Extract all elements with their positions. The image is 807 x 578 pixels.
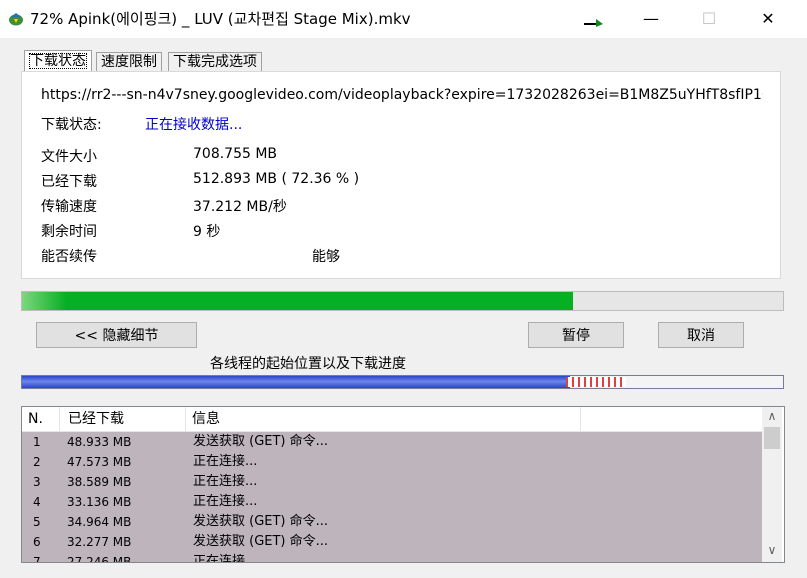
scroll-down-arrow-icon[interactable]: ∨ [762, 541, 782, 559]
connections-list[interactable]: N. 已经下载 信息 1 48.933 MB 发送获取 (GET) 命令... … [21, 406, 785, 563]
column-header-downloaded[interactable]: 已经下载 [60, 407, 186, 431]
status-value: 正在接收数据... [145, 117, 243, 133]
downloaded-value: 512.893 MB ( 72.36 % ) [193, 171, 360, 187]
thread-progress-bar [21, 375, 784, 389]
row-downloaded: 48.933 MB [67, 435, 132, 449]
table-row[interactable]: 4 33.136 MB 正在连接... [22, 492, 762, 512]
table-row[interactable]: 5 34.964 MB 发送获取 (GET) 命令... [22, 512, 762, 532]
scroll-thumb[interactable] [764, 427, 780, 449]
column-header-info[interactable]: 信息 [186, 407, 581, 431]
row-downloaded: 38.589 MB [67, 475, 132, 489]
minimize-button[interactable]: — [628, 0, 674, 38]
row-downloaded: 34.964 MB [67, 515, 132, 529]
speed-label: 传输速度 [41, 199, 97, 215]
connections-list-header: N. 已经下载 信息 [22, 407, 762, 432]
row-info: 正在连接... [193, 474, 258, 489]
remaining-time-value: 9 秒 [193, 224, 221, 240]
tab-speed-limit[interactable]: 速度限制 [96, 52, 162, 71]
row-info: 发送获取 (GET) 命令... [193, 534, 329, 549]
row-downloaded: 33.136 MB [67, 495, 132, 509]
column-header-number[interactable]: N. [22, 407, 60, 431]
row-number: 3 [33, 475, 41, 489]
row-info: 发送获取 (GET) 命令... [193, 514, 329, 529]
dialog-body: 下载状态 速度限制 下载完成选项 https://rr2---sn-n4v7sn… [0, 38, 807, 578]
row-info: 正在连接... [193, 454, 258, 469]
file-size-label: 文件大小 [41, 149, 97, 165]
status-label: 下载状态: [41, 117, 102, 133]
hide-details-button[interactable]: << 隐藏细节 [36, 322, 197, 348]
tab-download-status[interactable]: 下载状态 [24, 50, 92, 72]
window-title: 72% Apink(에이핑크) _ LUV (교차편집 Stage Mix).m… [30, 10, 411, 28]
scroll-up-arrow-icon[interactable]: ∧ [762, 407, 782, 425]
row-downloaded: 32.277 MB [67, 535, 132, 549]
table-row[interactable]: 2 47.573 MB 正在连接... [22, 452, 762, 472]
idm-app-icon [9, 13, 23, 26]
download-progress-bar [21, 291, 784, 311]
table-row[interactable]: 1 48.933 MB 发送获取 (GET) 命令... [22, 432, 762, 452]
download-details-panel: https://rr2---sn-n4v7sney.googlevideo.co… [21, 71, 781, 279]
downloaded-label: 已经下载 [41, 174, 97, 190]
table-row[interactable]: 6 32.277 MB 发送获取 (GET) 命令... [22, 532, 762, 552]
resume-capability-label: 能否续传 [41, 249, 97, 265]
row-info: 正在连接... [193, 554, 258, 563]
tab-completion-options[interactable]: 下载完成选项 [168, 52, 262, 71]
thread-active-segments [566, 377, 626, 387]
thread-progress-fill [22, 376, 570, 388]
row-number: 5 [33, 515, 41, 529]
row-number: 7 [33, 555, 41, 563]
table-row[interactable]: 3 38.589 MB 正在连接... [22, 472, 762, 492]
row-info: 发送获取 (GET) 命令... [193, 434, 329, 449]
column-header-empty [581, 407, 762, 431]
resume-capability-value: 能够 [312, 249, 340, 265]
row-info: 正在连接... [193, 494, 258, 509]
download-url: https://rr2---sn-n4v7sney.googlevideo.co… [41, 87, 763, 103]
remaining-time-label: 剩余时间 [41, 224, 97, 240]
row-number: 6 [33, 535, 41, 549]
download-progress-fill [22, 292, 573, 310]
table-row[interactable]: 7 27.246 MB 正在连接... [22, 552, 762, 563]
row-number: 4 [33, 495, 41, 509]
close-button[interactable]: ✕ [745, 0, 791, 38]
maximize-button: ☐ [701, 9, 717, 28]
pause-button[interactable]: 暂停 [528, 322, 624, 348]
row-number: 1 [33, 435, 41, 449]
list-vertical-scrollbar[interactable]: ∧ ∨ [762, 407, 782, 562]
minimize-to-tray-arrow-icon[interactable] [582, 17, 606, 29]
row-number: 2 [33, 455, 41, 469]
thread-progress-caption: 各线程的起始位置以及下载进度 [210, 356, 406, 372]
row-downloaded: 27.246 MB [67, 555, 132, 563]
file-size-value: 708.755 MB [193, 146, 278, 162]
cancel-button[interactable]: 取消 [658, 322, 744, 348]
row-downloaded: 47.573 MB [67, 455, 132, 469]
title-bar: 72% Apink(에이핑크) _ LUV (교차편집 Stage Mix).m… [0, 0, 807, 38]
speed-value: 37.212 MB/秒 [193, 199, 287, 215]
